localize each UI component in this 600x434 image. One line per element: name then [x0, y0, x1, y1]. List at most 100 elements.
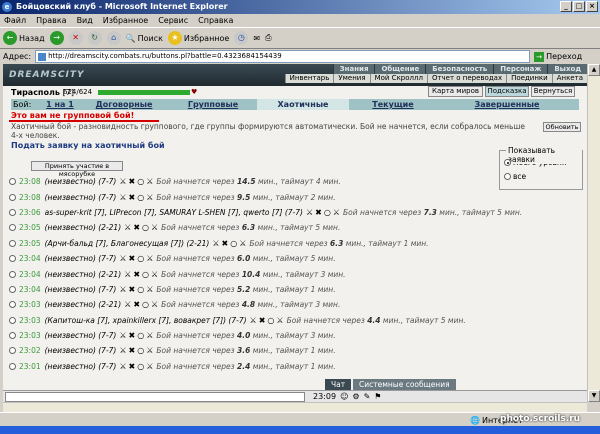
- tab-system-messages[interactable]: Системные сообщения: [353, 379, 456, 390]
- tab-current[interactable]: Текущие: [349, 99, 437, 110]
- close-button[interactable]: ×: [586, 1, 598, 12]
- nav-inventory[interactable]: Инвентарь: [284, 74, 334, 83]
- filter-icon[interactable]: ⚑: [374, 392, 381, 401]
- game-logo: DREAMSCITY: [9, 70, 85, 80]
- submit-request-link[interactable]: Подать заявку на хаотичный бой: [11, 141, 165, 150]
- request-radio[interactable]: [9, 316, 16, 324]
- request-players: (неизвестно) (2-21): [44, 223, 122, 233]
- menu-view[interactable]: Вид: [77, 14, 93, 27]
- vertical-scrollbar[interactable]: ▲ ▼: [587, 64, 600, 402]
- refresh-button[interactable]: Обновить: [543, 122, 581, 132]
- request-minutes: 14.5: [237, 177, 256, 187]
- menu-tools[interactable]: Сервис: [158, 14, 188, 27]
- nav-exit[interactable]: Выход: [547, 64, 587, 74]
- request-row: 23:03 (неизвестно) (7-7) ⚔ ✖ ○ ⚔ Бой начнется …: [9, 328, 585, 343]
- go-button[interactable]: → Переход: [534, 51, 582, 62]
- menu-help[interactable]: Справка: [198, 14, 233, 27]
- stop-icon[interactable]: ✕: [68, 31, 83, 45]
- chaotic-description: Хаотичный бой - разновидность группового…: [11, 122, 525, 140]
- request-radio[interactable]: [9, 270, 16, 278]
- request-time: 23:03: [19, 300, 41, 310]
- request-message: Бой начнется через 6.0 мин., таймаут 5 м…: [156, 254, 335, 263]
- nav-character[interactable]: Персонаж: [493, 64, 548, 74]
- request-radio[interactable]: [9, 193, 16, 201]
- print-icon[interactable]: ⎙: [265, 33, 271, 43]
- request-radio[interactable]: [9, 285, 16, 293]
- tabs-label: Бой:: [13, 100, 32, 109]
- battle-type-icons: ⚔✖○⚔: [212, 239, 246, 248]
- request-radio[interactable]: [9, 301, 16, 309]
- request-radio[interactable]: [9, 332, 16, 340]
- chat-input[interactable]: [5, 392, 305, 402]
- request-radio[interactable]: [9, 362, 16, 370]
- search-button[interactable]: 🔍 Поиск: [126, 34, 163, 43]
- return-button[interactable]: Вернуться: [531, 86, 575, 97]
- crossed-swords-icon: ⚔: [119, 346, 127, 356]
- request-minutes: 6.0: [237, 254, 251, 264]
- mail-icon[interactable]: ✉: [253, 34, 260, 43]
- tab-agreed[interactable]: Договорные: [79, 99, 169, 110]
- favorites-button[interactable]: ★ Избранное: [167, 31, 229, 45]
- request-time: 23:03: [19, 331, 41, 341]
- crossed-swords-icon: ✖: [128, 192, 136, 202]
- request-time: 23:04: [19, 269, 41, 279]
- request-radio[interactable]: [9, 178, 16, 186]
- address-input[interactable]: http://dreamscity.combats.ru/buttons.pl?…: [35, 50, 531, 63]
- join-button[interactable]: Принять участие в мясорубке: [31, 161, 123, 178]
- request-players: (неизвестно) (7-7): [44, 346, 117, 356]
- minimize-button[interactable]: _: [560, 1, 572, 12]
- crossed-swords-icon: ✖: [128, 254, 136, 264]
- request-row: 23:04 (неизвестно) (7-7) ⚔ ✖ ○ ⚔ Бой начнется …: [9, 282, 585, 297]
- nav-knowledge[interactable]: Знания: [332, 64, 375, 74]
- back-button[interactable]: ← Назад: [3, 31, 45, 45]
- request-message: Бой начнется через 5.2 мин., таймаут 1 м…: [156, 285, 335, 294]
- nav-transfers[interactable]: Отчет о переводах: [426, 74, 507, 83]
- request-row: 23:04 (неизвестно) (7-7) ⚔ ✖ ○ ⚔ Бой начнется …: [9, 251, 585, 266]
- request-radio[interactable]: [9, 224, 16, 232]
- hint-button[interactable]: Подсказка: [485, 86, 529, 97]
- tab-group[interactable]: Групповые: [169, 99, 257, 110]
- request-radio[interactable]: [9, 347, 16, 355]
- refresh-icon[interactable]: ↻: [87, 31, 102, 45]
- tab-finished[interactable]: Завершенные: [437, 99, 577, 110]
- request-time: 23:02: [19, 346, 41, 356]
- nav-scroll[interactable]: Мой Скроллл: [369, 74, 427, 83]
- home-icon[interactable]: ⌂: [106, 31, 121, 45]
- nav-profile[interactable]: Анкета: [551, 74, 587, 83]
- request-row: 23:04 (неизвестно) (2-21) ⚔ ✖ ○ ⚔ Бой начнется…: [9, 266, 585, 281]
- window-title: Бойцовский клуб - Microsoft Internet Exp…: [16, 2, 228, 11]
- tab-1v1[interactable]: 1 на 1: [41, 99, 79, 110]
- horizontal-scrollbar[interactable]: [3, 402, 587, 412]
- history-icon[interactable]: ◷: [234, 31, 249, 45]
- nav-battles[interactable]: Поединки: [506, 74, 552, 83]
- forward-icon[interactable]: →: [49, 31, 64, 45]
- ie-icon: e: [2, 2, 12, 12]
- menu-edit[interactable]: Правка: [36, 14, 66, 27]
- crossed-swords-icon: ⚔: [119, 192, 127, 202]
- world-map-button[interactable]: Карта миров: [428, 86, 483, 97]
- game-page: DREAMSCITY Знания Общение Безопасность П…: [3, 64, 587, 402]
- radio-my-level[interactable]: [504, 159, 511, 166]
- smile-icon[interactable]: ☺: [340, 392, 348, 401]
- scroll-up-arrow[interactable]: ▲: [588, 64, 600, 76]
- tab-chaotic[interactable]: Хаотичные: [257, 99, 349, 110]
- request-radio[interactable]: [9, 208, 16, 216]
- maximize-button[interactable]: □: [573, 1, 585, 12]
- nav-skills[interactable]: Умения: [333, 74, 370, 83]
- settings-icon[interactable]: ⚙: [352, 392, 359, 401]
- request-radio[interactable]: [9, 239, 16, 247]
- tab-chat[interactable]: Чат: [325, 379, 352, 390]
- nav-communication[interactable]: Общение: [374, 64, 426, 74]
- request-message: Бой начнется через 4.8 мин., таймаут 3 м…: [161, 300, 340, 309]
- scroll-down-arrow[interactable]: ▼: [588, 390, 600, 402]
- battle-type-icons: ⚔✖○⚔: [119, 285, 153, 294]
- request-row: 23:05 (неизвестно) (2-21) ⚔ ✖ ○ ⚔ Бой начнется…: [9, 220, 585, 235]
- error-message: Это вам не групповой бой!: [11, 111, 135, 120]
- menu-file[interactable]: Файл: [4, 14, 26, 27]
- request-radio[interactable]: [9, 255, 16, 263]
- crossed-swords-icon: ⚔: [119, 361, 127, 371]
- request-players: (неизвестно) (7-7): [44, 284, 117, 294]
- nav-security[interactable]: Безопасность: [425, 64, 494, 74]
- menu-favorites[interactable]: Избранное: [103, 14, 148, 27]
- clear-icon[interactable]: ✎: [364, 392, 371, 401]
